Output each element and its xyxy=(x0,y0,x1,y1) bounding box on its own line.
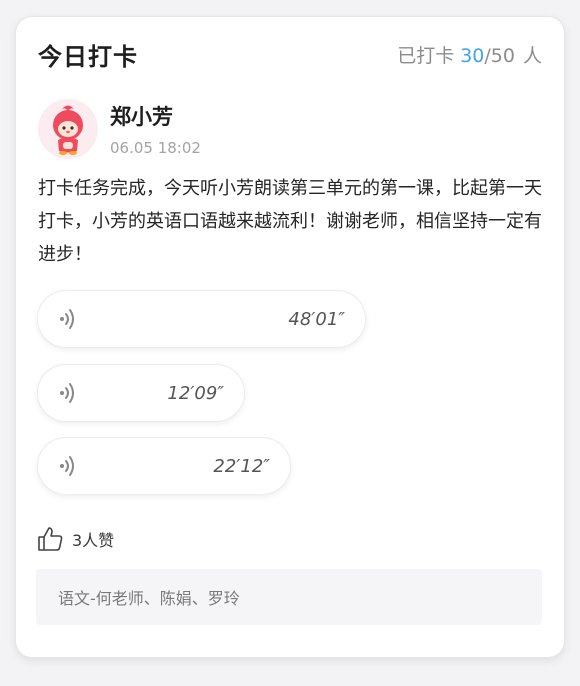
user-info: 郑小芳 06.05 18:02 xyxy=(38,99,201,159)
page-title: 今日打卡 xyxy=(38,42,138,71)
checkin-stat: 已打卡 30 / 50 人 xyxy=(397,41,542,68)
sound-wave-icon xyxy=(60,383,74,403)
voice-message-2[interactable]: 12′09″ xyxy=(38,365,244,421)
post-content: 打卡任务完成，今天听小芳朗读第三单元的第一课，比起第一天打卡，小芳的英语口语越来… xyxy=(38,178,542,265)
sound-wave-icon xyxy=(60,309,74,329)
thumbs-up-icon xyxy=(38,527,63,551)
total-count: 50 xyxy=(490,44,515,67)
stat-prefix: 已打卡 xyxy=(397,44,455,67)
card-header: 今日打卡 已打卡 30 / 50 人 xyxy=(38,37,542,71)
like-count: 3人赞 xyxy=(72,531,115,550)
voice-duration: 48′01″ xyxy=(288,308,345,330)
user-name[interactable]: 郑小芳 xyxy=(110,101,201,131)
post-time: 06.05 18:02 xyxy=(110,139,201,157)
like-button[interactable]: 3人赞 xyxy=(36,525,114,553)
mascot-icon xyxy=(53,105,83,155)
likers-names: 语文-何老师、陈娟、罗玲 xyxy=(58,589,240,608)
voice-message-1[interactable]: 48′01″ xyxy=(38,291,365,347)
voice-duration: 22′12″ xyxy=(213,455,270,477)
stat-unit: 人 xyxy=(522,44,542,67)
checkin-card: 今日打卡 已打卡 30 / 50 人 郑小芳 06.05 18:02 打卡任务完… xyxy=(16,17,564,657)
user-meta: 郑小芳 06.05 18:02 xyxy=(110,101,201,157)
done-count: 30 xyxy=(460,44,485,67)
avatar[interactable] xyxy=(38,99,98,159)
voice-message-3[interactable]: 22′12″ xyxy=(38,438,290,494)
likers-list: 语文-何老师、陈娟、罗玲 xyxy=(36,569,542,625)
sound-wave-icon xyxy=(60,456,74,476)
voice-duration: 12′09″ xyxy=(167,382,224,404)
